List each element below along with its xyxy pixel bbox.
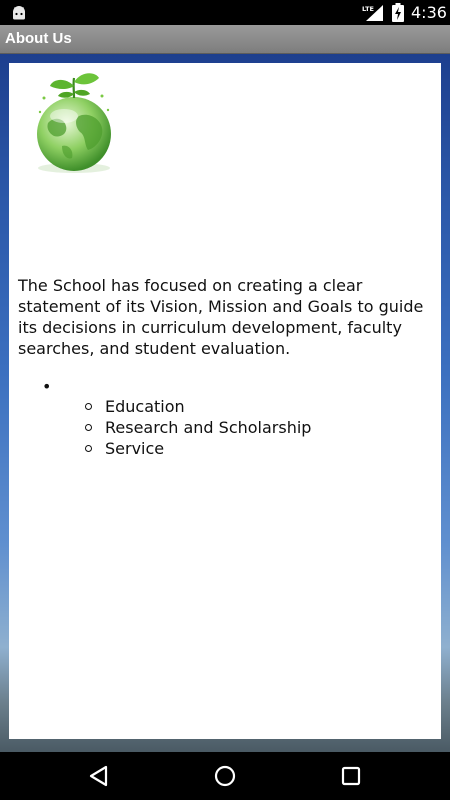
outer-bullet: •: [42, 377, 52, 396]
recents-icon[interactable]: [338, 763, 364, 789]
globe-plant-icon: [37, 73, 111, 173]
circle-bullet-icon: [85, 403, 92, 410]
intro-paragraph: The School has focused on creating a cle…: [18, 276, 424, 358]
circle-bullet-icon: [85, 445, 92, 452]
android-icon: [13, 6, 25, 20]
home-icon[interactable]: [212, 763, 238, 789]
status-bar: LTE 4:36: [0, 0, 450, 25]
list-item-label: Research and Scholarship: [105, 418, 312, 437]
back-icon[interactable]: [86, 763, 112, 789]
goals-list: Education Research and Scholarship Servi…: [85, 396, 311, 459]
list-item: Service: [85, 438, 311, 459]
battery-charging-icon: [392, 3, 404, 22]
list-item-label: Service: [105, 439, 165, 458]
navigation-bar: [0, 752, 450, 800]
circle-bullet-icon: [85, 424, 92, 431]
list-item-label: Education: [105, 397, 185, 416]
page-title: About Us: [5, 30, 72, 47]
list-item: Research and Scholarship: [85, 417, 311, 438]
lte-signal-icon: LTE: [362, 5, 383, 21]
list-item: Education: [85, 396, 311, 417]
app-title-bar: About Us: [0, 25, 450, 54]
status-clock: 4:36: [411, 3, 447, 22]
network-label: LTE: [362, 5, 374, 13]
